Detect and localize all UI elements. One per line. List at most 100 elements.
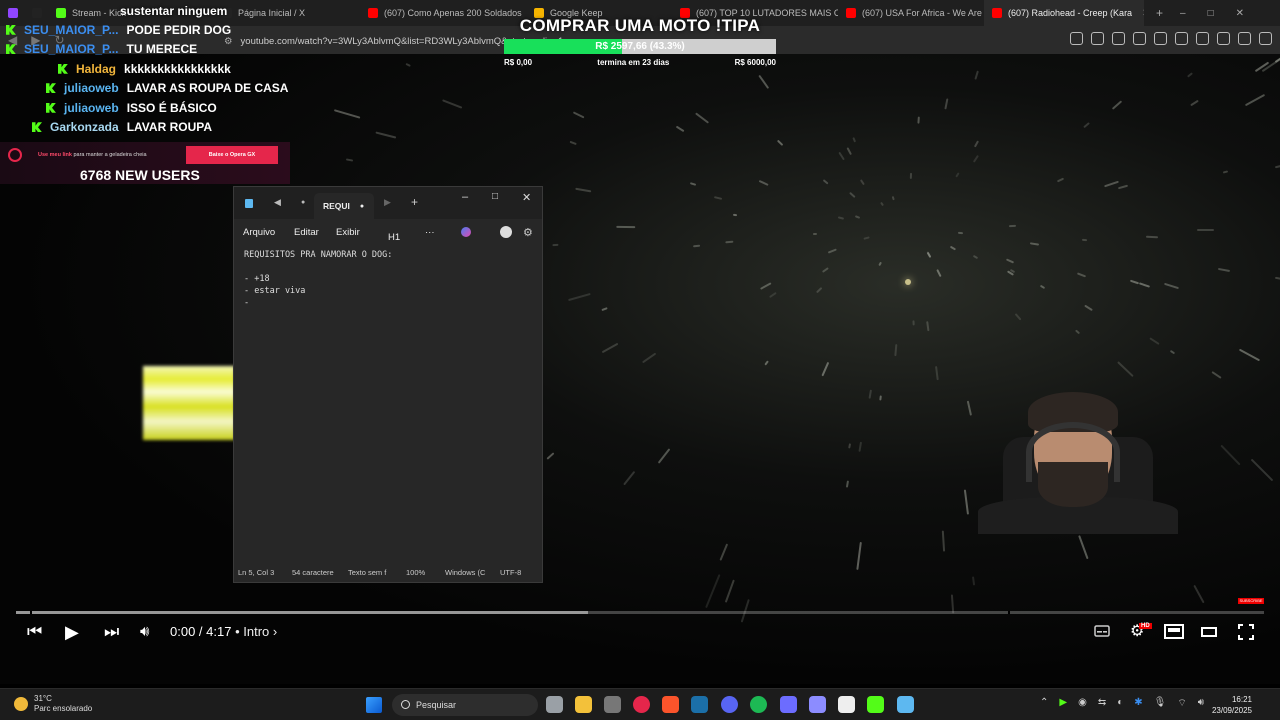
star-streak xyxy=(1083,121,1091,128)
subscribe-watermark[interactable]: SUBSCRIBE xyxy=(1238,598,1264,604)
notepad-close-button[interactable]: ✕ xyxy=(522,191,531,204)
fullscreen-icon[interactable] xyxy=(1238,624,1254,640)
menu-icon[interactable] xyxy=(1259,32,1272,45)
brave-icon[interactable] xyxy=(662,696,679,713)
miniplayer-icon[interactable] xyxy=(1164,624,1184,639)
menu-exibir[interactable]: Exibir xyxy=(336,227,360,238)
star-streak xyxy=(1077,272,1087,278)
kick-icon[interactable] xyxy=(867,696,884,713)
hd-badge: HD xyxy=(1139,623,1152,629)
browser-tab[interactable]: (607) USA For Africa - We Are The xyxy=(838,0,984,26)
steam-icon[interactable] xyxy=(691,696,708,713)
shield-icon[interactable] xyxy=(1238,32,1251,45)
star-streak xyxy=(971,576,975,586)
menu-arquivo[interactable]: Arquivo xyxy=(243,227,275,238)
notepad-minimize-button[interactable]: – xyxy=(462,191,468,203)
minimize-button[interactable]: – xyxy=(1180,8,1186,19)
wallet-icon[interactable] xyxy=(1196,32,1209,45)
extension-icon[interactable] xyxy=(1091,32,1104,45)
browser-tab[interactable]: (607) Como Apenas 200 Soldados xyxy=(360,0,526,26)
taskbar-search[interactable]: Pesquisar xyxy=(392,694,538,716)
wifi-icon[interactable]: ⌔ xyxy=(1177,697,1186,710)
windows-start-icon[interactable] xyxy=(366,697,382,713)
chat-username: SEU_MAIOR_P... xyxy=(24,22,119,37)
settings-gear-icon[interactable]: ⚙ xyxy=(523,226,533,239)
new-users-counter: 6768 NEW USERS xyxy=(80,167,200,183)
file-explorer-icon[interactable] xyxy=(575,696,592,713)
favorites-icon[interactable] xyxy=(1217,32,1230,45)
extension-icon[interactable] xyxy=(1112,32,1125,45)
tab-scroll-right-icon[interactable]: ▶ xyxy=(384,197,391,208)
chapter-title[interactable]: • Intro › xyxy=(235,624,277,639)
account-icon[interactable] xyxy=(500,226,512,238)
bluetooth-icon[interactable]: ✱ xyxy=(1134,697,1142,710)
volume-icon[interactable]: 🔊︎ xyxy=(140,622,149,642)
goal-max: R$ 6000,00 xyxy=(734,58,776,67)
star-streak xyxy=(846,480,850,488)
tab-scroll-left-icon[interactable]: ◀ xyxy=(274,197,281,208)
video-progress-bar[interactable] xyxy=(16,611,1264,614)
taskbar-clock[interactable]: 16:21 23/09/2025 xyxy=(1212,694,1252,716)
tab-dot-icon[interactable]: ● xyxy=(301,199,305,206)
app-icon[interactable] xyxy=(809,696,826,713)
star-streak xyxy=(837,216,844,220)
notepad-tab[interactable]: REQUI ● xyxy=(314,193,374,219)
sidebar-icon[interactable] xyxy=(1175,32,1188,45)
close-button[interactable]: ✕ xyxy=(1236,8,1244,19)
tray-app-icon[interactable]: ▶ xyxy=(1059,697,1067,710)
copilot-icon[interactable] xyxy=(461,227,471,237)
microphone-icon[interactable]: 🎙︎ xyxy=(1154,697,1167,710)
star-streak xyxy=(944,98,949,110)
maximize-button[interactable]: □ xyxy=(1208,8,1214,19)
window-controls: – □ ✕ xyxy=(1180,0,1280,26)
chat-username: juliaoweb xyxy=(64,100,119,115)
promo-text: Use meu link para manter a geladeira che… xyxy=(38,152,147,158)
extensions-puzzle-icon[interactable] xyxy=(1133,32,1146,45)
play-icon[interactable]: ▶ xyxy=(65,622,79,642)
notepad-menu-bar: Arquivo Editar Exibir H1 ⌄ ··· ⚙ xyxy=(243,226,533,243)
star-streak xyxy=(713,196,723,201)
new-tab-button[interactable]: + xyxy=(411,195,418,209)
tray-app-icon[interactable]: ◉ xyxy=(1078,697,1087,710)
speaker-icon[interactable]: 🔊︎ xyxy=(1198,697,1204,710)
weather-widget[interactable]: 31°C Parc ensolarado xyxy=(14,694,92,714)
chevron-down-icon: ⌄ xyxy=(388,233,394,240)
star-streak xyxy=(816,286,823,293)
chat-overlay: SEU_MAIOR_P... PODE PEDIR DOG SEU_MAIOR_P.… xyxy=(0,20,290,137)
tab-label: Stream - Kick xyxy=(72,8,127,18)
new-tab-button[interactable]: + xyxy=(1156,6,1163,20)
more-options-button[interactable]: ··· xyxy=(425,227,435,238)
star-streak xyxy=(936,268,942,277)
next-icon[interactable]: ⏭ xyxy=(104,622,119,642)
tray-app-icon[interactable]: ⇆ xyxy=(1098,697,1106,710)
tab-close-icon[interactable]: ✕ xyxy=(1142,8,1144,19)
subtitles-icon[interactable] xyxy=(1094,624,1110,638)
file-icon[interactable] xyxy=(838,696,855,713)
notepad-icon[interactable] xyxy=(897,696,914,713)
theater-mode-icon[interactable] xyxy=(1201,627,1217,637)
menu-editar[interactable]: Editar xyxy=(294,227,319,238)
spotify-icon[interactable] xyxy=(750,696,767,713)
star-streak xyxy=(693,244,701,248)
tray-app-icon[interactable]: ◐ xyxy=(1117,697,1123,710)
promo-button: Baixe o Opera GX xyxy=(186,146,278,164)
extension-icon[interactable] xyxy=(1070,32,1083,45)
media-icon[interactable] xyxy=(1154,32,1167,45)
discord-icon[interactable] xyxy=(721,696,738,713)
app-icon[interactable] xyxy=(780,696,797,713)
system-tray: ⌃ ▶ ◉ ⇆ ◐ ✱ 🎙︎ ⌔ 🔊︎ xyxy=(1040,697,1204,710)
task-view-icon[interactable] xyxy=(546,696,563,713)
app-icon[interactable] xyxy=(604,696,621,713)
notepad-window: ◀ ● REQUI ● ▶ + – □ ✕ Arquivo Editar Exi… xyxy=(233,186,543,583)
star-streak xyxy=(1197,229,1215,232)
notepad-content[interactable]: REQUISITOS PRA NAMORAR O DOG: - +18 - es… xyxy=(244,249,392,309)
opera-gx-icon[interactable] xyxy=(633,696,650,713)
unsaved-dot-icon[interactable]: ● xyxy=(360,203,364,210)
previous-icon[interactable]: ⏮ xyxy=(27,622,42,642)
star-streak xyxy=(1274,276,1280,281)
star-streak xyxy=(569,141,577,146)
tray-chevron-icon[interactable]: ⌃ xyxy=(1040,697,1048,710)
browser-tab[interactable]: (607) Radiohead - Creep (Kara ✕ xyxy=(984,0,1144,26)
star-streak xyxy=(572,111,585,119)
notepad-maximize-button[interactable]: □ xyxy=(492,191,498,202)
